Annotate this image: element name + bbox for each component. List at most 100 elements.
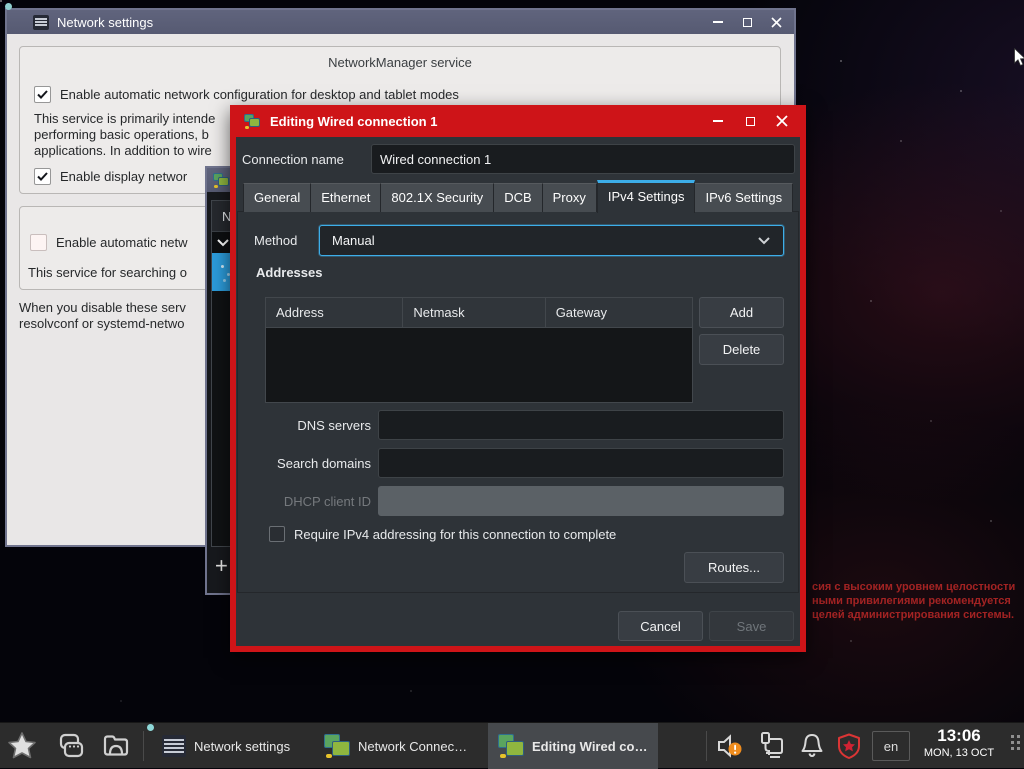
task-label: Editing Wired co… xyxy=(532,739,647,754)
taskbar: Network settings Network Connec… Editing… xyxy=(0,722,1024,768)
cascade-windows-icon xyxy=(54,730,86,762)
star-icon xyxy=(6,730,38,762)
chevron-down-icon xyxy=(757,236,771,245)
network-tray-icon[interactable] xyxy=(754,731,786,761)
dialog-body: Connection name General Ethernet 802.1X … xyxy=(236,137,800,646)
save-button[interactable]: Save xyxy=(709,611,794,641)
method-value: Manual xyxy=(332,233,375,248)
addresses-table: Address Netmask Gateway xyxy=(265,297,693,403)
task-label: Network Connec… xyxy=(358,739,467,754)
windows-launcher[interactable] xyxy=(52,728,88,764)
warning-line: сия с высоким уровнем целостности xyxy=(812,580,1015,594)
ipv4-settings-pane: Method Manual Addresses Address Netmask … xyxy=(237,211,799,593)
network-manager-icon xyxy=(213,173,229,188)
task-label: Network settings xyxy=(194,739,290,754)
tab-8021x-security[interactable]: 802.1X Security xyxy=(381,183,494,212)
titlebar-network-settings[interactable]: Network settings xyxy=(7,10,794,34)
checkbox-label: Enable automatic network configuration f… xyxy=(60,87,459,102)
column-header-address[interactable]: Address xyxy=(266,298,403,327)
maximize-button[interactable] xyxy=(742,113,758,129)
service-description-line: performing basic operations, b xyxy=(34,127,215,143)
search-domains-input[interactable] xyxy=(378,448,784,478)
column-header-gateway[interactable]: Gateway xyxy=(546,298,692,327)
network-manager-icon xyxy=(498,734,524,758)
checkbox-auto-config[interactable] xyxy=(34,86,51,103)
search-domains-label: Search domains xyxy=(254,456,371,471)
dhcp-client-id-label: DHCP client ID xyxy=(254,494,371,509)
close-icon[interactable] xyxy=(774,113,790,129)
taskbar-clock[interactable]: 13:06 MON, 13 OCT xyxy=(916,726,1002,760)
speaker-warning-icon xyxy=(715,732,745,760)
footer-note-line: When you disable these serv xyxy=(19,300,186,316)
notifications-tray-icon[interactable] xyxy=(796,731,828,761)
minimize-button[interactable] xyxy=(710,14,726,30)
addresses-label: Addresses xyxy=(256,265,322,280)
window-title: Network settings xyxy=(57,15,153,30)
add-connection-button[interactable]: + xyxy=(215,553,228,579)
task-network-settings[interactable]: Network settings xyxy=(152,723,307,769)
screen-corner-indicator xyxy=(5,3,12,10)
taskbar-separator xyxy=(143,731,144,761)
clock-date: MON, 13 OCT xyxy=(916,746,1002,760)
dialog-title: Editing Wired connection 1 xyxy=(270,114,437,129)
method-label: Method xyxy=(254,233,297,248)
mouse-cursor xyxy=(1014,48,1024,73)
connection-name-label: Connection name xyxy=(242,152,344,167)
service-description-line: This service is primarily intende xyxy=(34,111,215,127)
favorites-launcher[interactable] xyxy=(4,728,40,764)
dns-servers-label: DNS servers xyxy=(254,418,371,433)
column-header-netmask[interactable]: Netmask xyxy=(403,298,545,327)
shield-star-icon xyxy=(835,732,863,760)
cancel-button[interactable]: Cancel xyxy=(618,611,703,641)
warning-line: целей администрирования системы. xyxy=(812,608,1015,622)
settings-tabbar: General Ethernet 802.1X Security DCB Pro… xyxy=(243,180,793,212)
taskbar-separator xyxy=(706,731,707,761)
desktop-warning-text: сия с высоким уровнем целостности ными п… xyxy=(812,580,1015,622)
dialog-editing-wired-connection: Editing Wired connection 1 Connection na… xyxy=(230,105,806,652)
method-combobox[interactable]: Manual xyxy=(319,225,784,256)
group2-description: This service for searching o xyxy=(28,265,187,281)
dhcp-client-id-input xyxy=(378,486,784,516)
folder-icon xyxy=(100,730,132,762)
checkbox-label: Enable display networ xyxy=(60,169,187,184)
settings-list-icon xyxy=(162,735,186,757)
addresses-table-body[interactable] xyxy=(265,328,693,403)
connection-name-input[interactable] xyxy=(371,144,795,174)
task-network-connections[interactable]: Network Connec… xyxy=(314,723,480,769)
require-ipv4-label: Require IPv4 addressing for this connect… xyxy=(294,527,616,542)
add-button[interactable]: Add xyxy=(699,297,784,328)
tab-ipv6-settings[interactable]: IPv6 Settings xyxy=(695,183,793,212)
delete-button[interactable]: Delete xyxy=(699,334,784,365)
tab-ethernet[interactable]: Ethernet xyxy=(311,183,381,212)
tab-general[interactable]: General xyxy=(243,183,311,212)
close-icon[interactable] xyxy=(768,14,784,30)
footer-note-line: resolvconf or systemd-netwo xyxy=(19,316,186,332)
tab-dcb[interactable]: DCB xyxy=(494,183,542,212)
warning-line: ными привилегиями рекомендуется xyxy=(812,594,1015,608)
chevron-down-icon xyxy=(216,238,230,247)
security-tray-icon[interactable] xyxy=(833,731,865,761)
groupbox-title: NetworkManager service xyxy=(20,55,780,70)
checkbox-auto-network[interactable] xyxy=(30,234,47,251)
tab-ipv4-settings[interactable]: IPv4 Settings xyxy=(597,180,696,213)
maximize-button[interactable] xyxy=(739,14,755,30)
checkbox-label: Enable automatic netw xyxy=(56,235,188,250)
dns-servers-input[interactable] xyxy=(378,410,784,440)
settings-list-icon xyxy=(33,15,49,30)
minimize-button[interactable] xyxy=(710,113,726,129)
tab-proxy[interactable]: Proxy xyxy=(543,183,597,212)
task-editing-wired[interactable]: Editing Wired co… xyxy=(488,723,658,769)
volume-tray-icon[interactable] xyxy=(714,731,746,761)
clock-time: 13:06 xyxy=(916,726,1002,746)
checkbox-display-network[interactable] xyxy=(34,168,51,185)
panel-handle-dots[interactable] xyxy=(1011,735,1020,750)
stars-decoration xyxy=(0,0,2,2)
files-launcher[interactable] xyxy=(98,728,134,764)
require-ipv4-checkbox[interactable] xyxy=(269,526,285,542)
bell-icon xyxy=(798,732,826,760)
routes-button[interactable]: Routes... xyxy=(684,552,784,583)
keyboard-layout-indicator[interactable]: en xyxy=(872,731,910,761)
wired-network-icon xyxy=(754,731,786,761)
dialog-titlebar[interactable]: Editing Wired connection 1 xyxy=(230,105,806,137)
network-manager-icon xyxy=(244,114,260,129)
